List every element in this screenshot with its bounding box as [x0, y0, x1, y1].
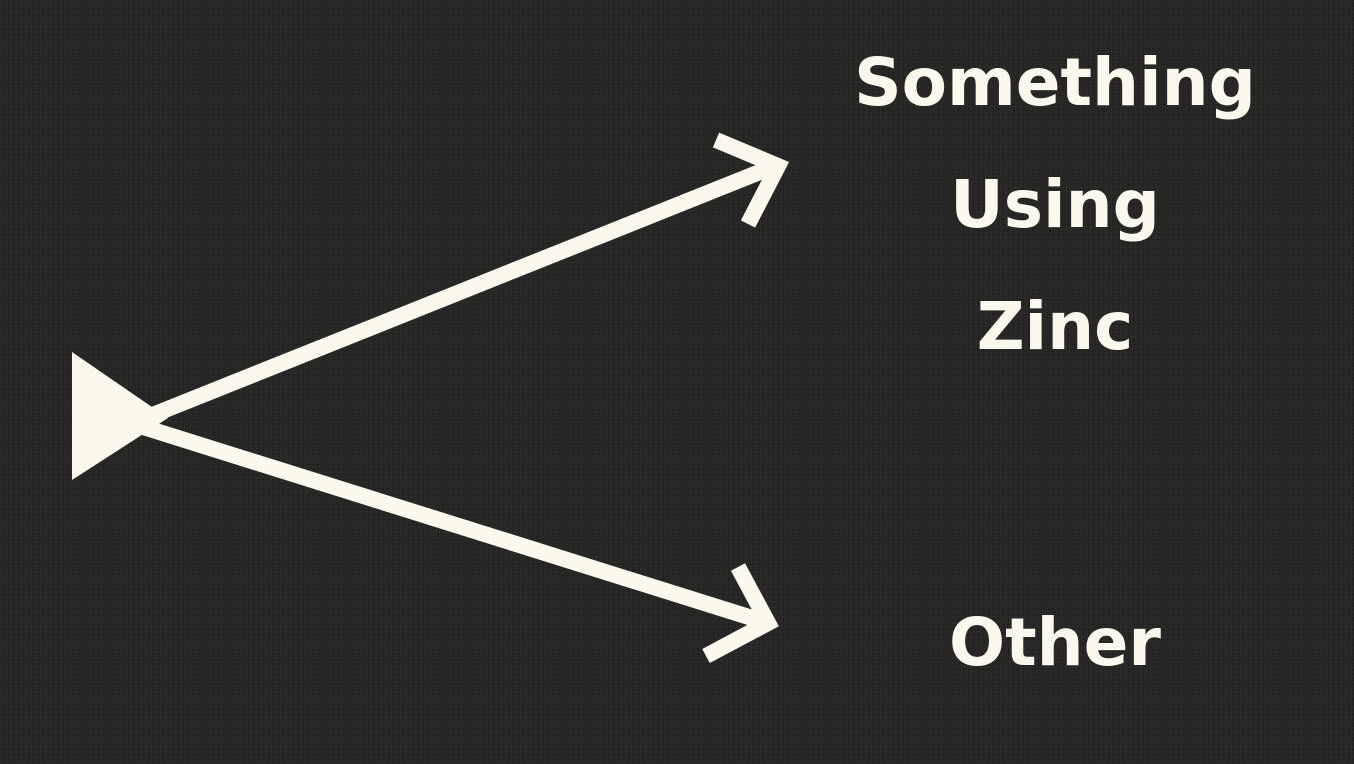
label-something-using-zinc: Something Using Zinc [800, 50, 1310, 416]
diagram-canvas: Something Using Zinc Other [0, 0, 1354, 764]
label-line-zinc: Zinc [976, 288, 1134, 365]
label-line-using: Using [950, 166, 1160, 243]
label-line-something: Something [854, 44, 1256, 121]
arrow-to-other [137, 418, 771, 631]
label-other: Other [949, 604, 1161, 681]
arrow-to-something-using-zinc [137, 158, 778, 428]
